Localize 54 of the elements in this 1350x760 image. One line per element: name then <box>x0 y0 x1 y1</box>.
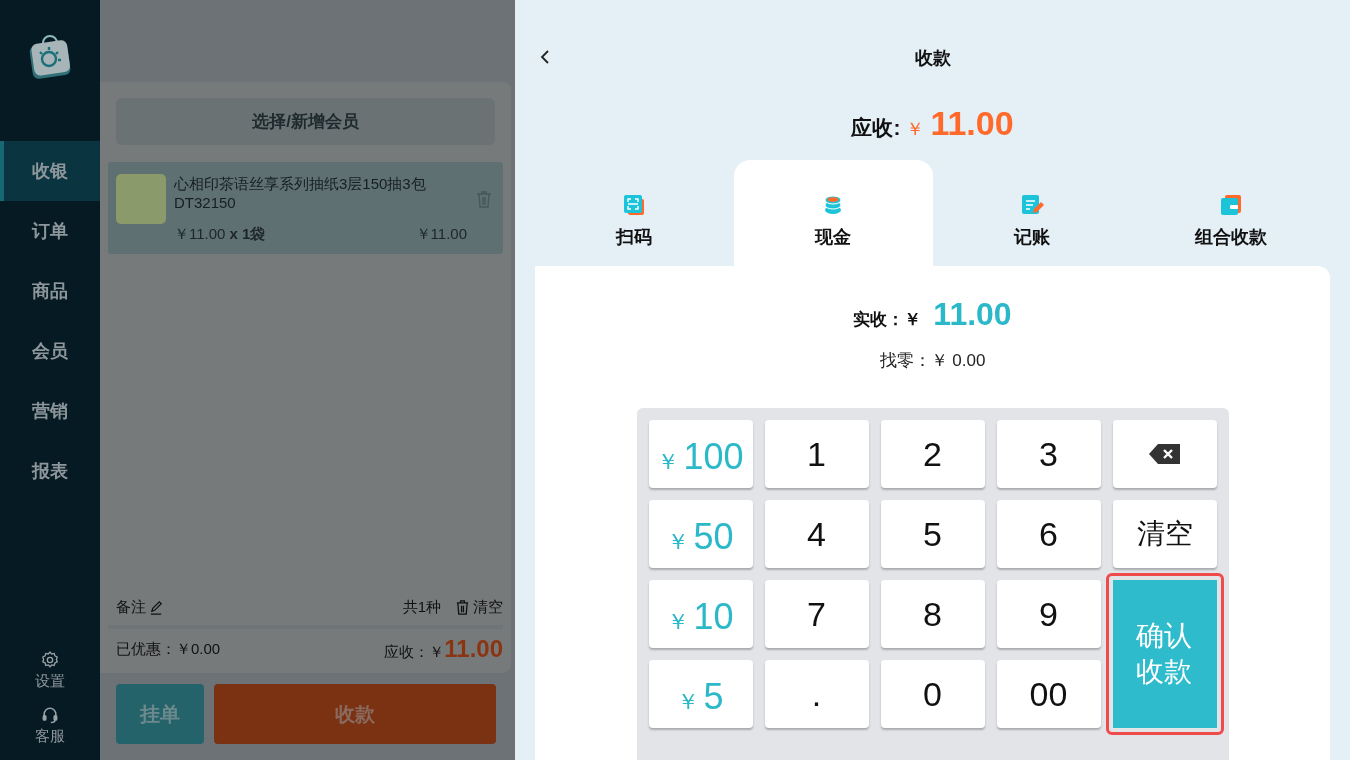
backspace-key[interactable] <box>1112 420 1217 488</box>
cart-item[interactable]: 心相印茶语丝享系列抽纸3层150抽3包DT32150 ￥11.00 x 1袋 ￥11.00 <box>108 162 503 254</box>
subtotal: ￥11.00 <box>415 225 467 244</box>
payment-tab[interactable]: 扫码 <box>535 160 734 266</box>
digit-key[interactable]: 9 <box>996 580 1101 648</box>
unit-price: ￥11.00 <box>174 225 226 242</box>
payment-tab[interactable]: 现金 <box>733 160 933 266</box>
shopping-bag-logo <box>28 35 72 79</box>
digit-key[interactable]: 4 <box>764 500 869 568</box>
payment-tab[interactable]: 组合收款 <box>1131 160 1330 266</box>
clear-link[interactable]: 清空 <box>473 598 503 617</box>
nav-item[interactable]: 收银 <box>0 141 100 201</box>
nav-item[interactable]: 营销 <box>0 381 100 441</box>
discount-text: 已优惠：￥0.00 <box>116 639 221 659</box>
amount-due-label: 应收：￥ <box>384 643 445 660</box>
received-amount: 11.00 <box>933 296 1012 333</box>
pencil-icon[interactable] <box>149 600 164 615</box>
backspace-icon <box>1147 443 1182 465</box>
amount-due-label: 应收: <box>851 115 901 141</box>
page-title: 收款 <box>914 47 951 68</box>
digit-key[interactable]: . <box>764 660 869 728</box>
received-label: 实收：￥ <box>853 309 922 331</box>
scan-icon <box>622 192 647 217</box>
nav-item[interactable]: 会员 <box>0 321 100 381</box>
nav-item[interactable]: 报表 <box>0 441 100 501</box>
digit-key[interactable]: 6 <box>996 500 1101 568</box>
digit-key[interactable]: 3 <box>996 420 1101 488</box>
payment-tab[interactable]: 记账 <box>932 160 1132 266</box>
photo-placeholder <box>116 174 166 224</box>
digit-key[interactable]: 00 <box>996 660 1101 728</box>
nav-item[interactable]: 订单 <box>0 201 100 261</box>
digit-key[interactable]: 5 <box>880 500 985 568</box>
sidebar-link[interactable]: 客服 <box>35 727 65 746</box>
digit-key[interactable]: 1 <box>764 420 869 488</box>
note-label[interactable]: 备注 <box>116 598 146 617</box>
currency-sign: ￥ <box>906 118 925 141</box>
nav-item[interactable]: 商品 <box>0 261 100 321</box>
product-name: 心相印茶语丝享系列抽纸3层150抽3包DT32150 <box>174 174 427 212</box>
digit-key[interactable]: 8 <box>880 580 985 648</box>
settings-icon <box>40 650 60 670</box>
sidebar-link[interactable]: 设置 <box>35 672 65 691</box>
note-pencil-icon <box>1019 192 1044 217</box>
quantity: x 1袋 <box>229 225 266 242</box>
digit-key[interactable]: 7 <box>764 580 869 648</box>
headset-icon <box>40 705 60 725</box>
amount-due: 11.00 <box>444 635 503 662</box>
change-text: 找零：￥ 0.00 <box>879 350 986 372</box>
digit-key[interactable]: 2 <box>880 420 985 488</box>
trash-icon[interactable] <box>455 600 470 615</box>
wallet-icon <box>1218 192 1243 217</box>
clear-key[interactable]: 清空 <box>1112 500 1217 568</box>
digit-key[interactable]: 0 <box>880 660 985 728</box>
item-count: 共1种 <box>402 598 441 617</box>
amount-due: 11.00 <box>930 104 1014 143</box>
